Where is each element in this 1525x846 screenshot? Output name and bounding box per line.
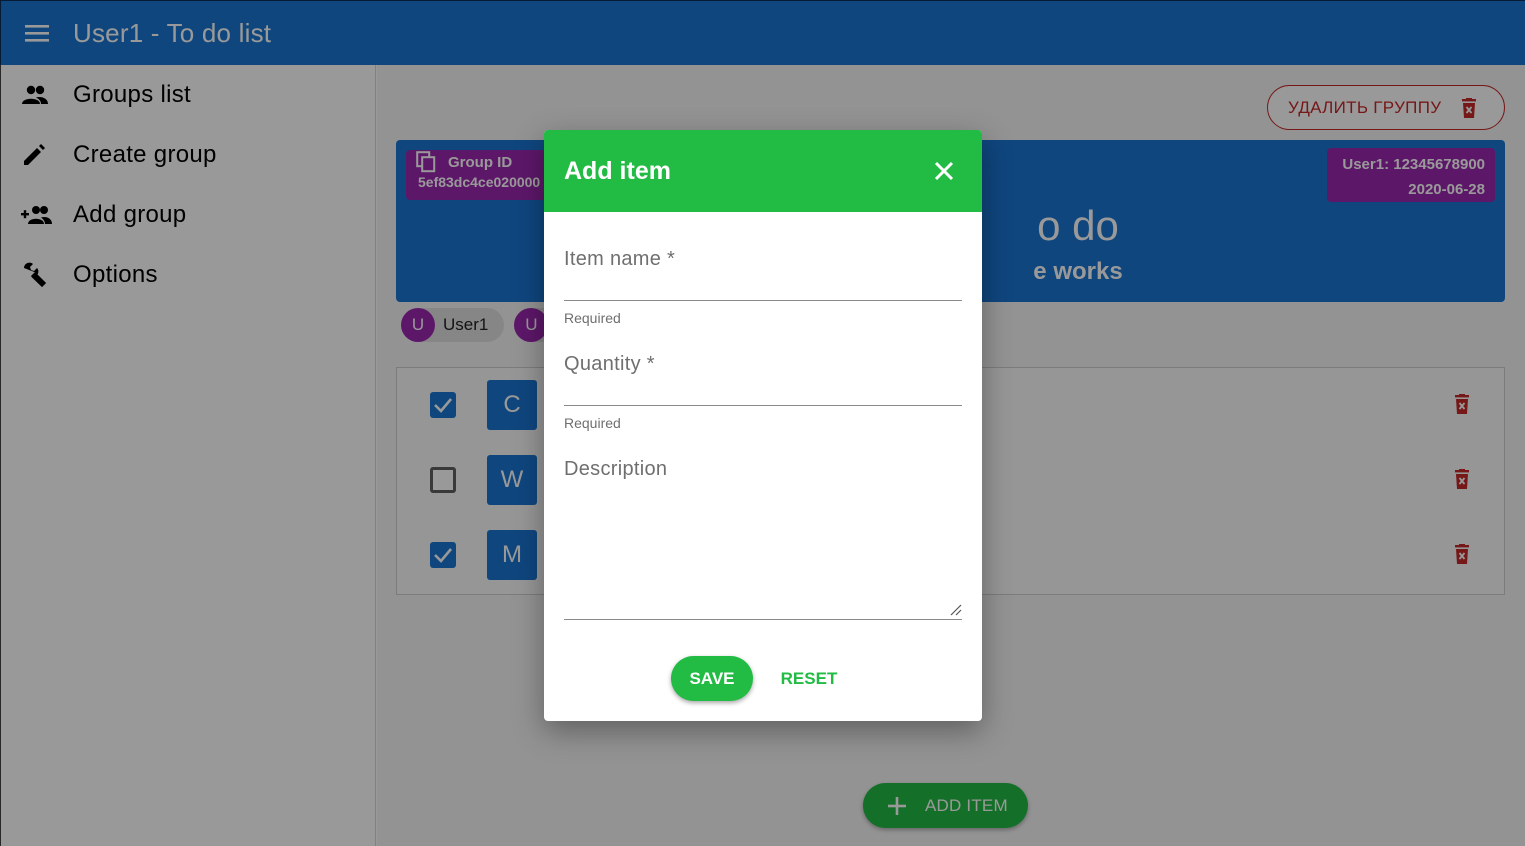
- resize-grip-icon[interactable]: [950, 604, 962, 616]
- item-name-field[interactable]: Item name * Required: [564, 248, 962, 358]
- item-name-label: Item name *: [564, 248, 676, 270]
- quantity-label: Quantity *: [564, 353, 655, 375]
- item-name-underline: [564, 300, 962, 301]
- quantity-hint: Required: [564, 415, 621, 431]
- description-field[interactable]: Description: [564, 458, 962, 623]
- quantity-field[interactable]: Quantity * Required: [564, 353, 962, 463]
- description-label: Description: [564, 458, 668, 480]
- close-button[interactable]: [926, 153, 962, 189]
- description-underline: [564, 619, 962, 620]
- add-item-dialog: Add item Item name * Required Quantity *…: [544, 130, 982, 721]
- close-icon: [934, 161, 954, 181]
- dialog-header: Add item: [544, 130, 982, 212]
- reset-button[interactable]: RESET: [773, 656, 845, 701]
- item-name-hint: Required: [564, 310, 621, 326]
- dialog-title: Add item: [564, 156, 671, 185]
- quantity-underline: [564, 405, 962, 406]
- save-button[interactable]: SAVE: [671, 656, 753, 701]
